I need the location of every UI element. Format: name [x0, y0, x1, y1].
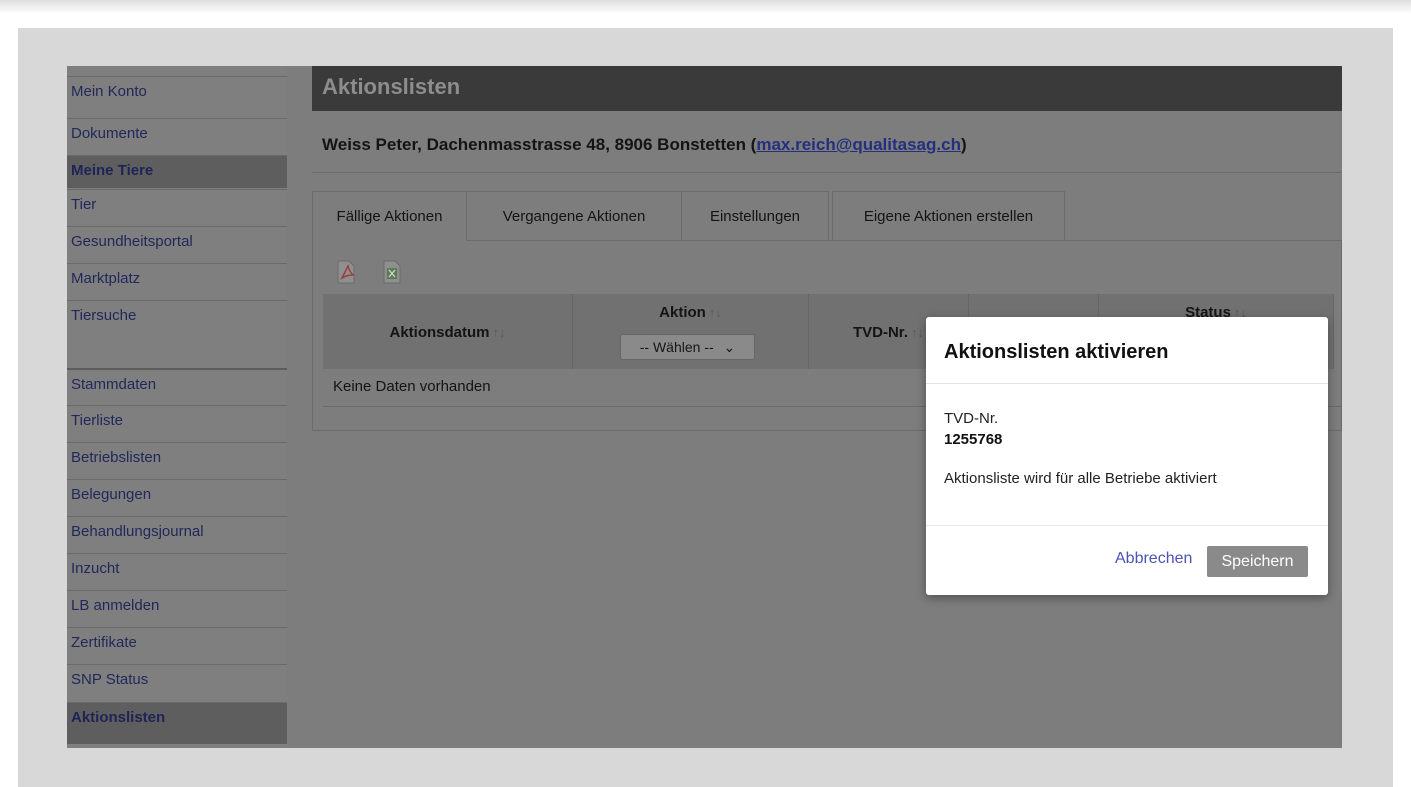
sidebar-item-inzucht[interactable]: Inzucht	[67, 553, 287, 590]
tab-bar: Fällige Aktionen Vergangene Aktionen Ein…	[312, 191, 1342, 241]
sidebar-item-dokumente[interactable]: Dokumente	[67, 118, 287, 158]
sidebar-item-aktionslisten[interactable]: Aktionslisten	[67, 702, 287, 744]
owner-info: Weiss Peter, Dachenmasstrasse 48, 8906 B…	[312, 111, 1342, 173]
cancel-button[interactable]: Abbrechen	[1115, 550, 1192, 568]
sidebar-item-stammdaten[interactable]: Stammdaten	[67, 368, 287, 405]
dialog-title: Aktionslisten aktivieren	[926, 317, 1328, 384]
sidebar-item-lb-anmelden[interactable]: LB anmelden	[67, 590, 287, 627]
sidebar-item-betriebslisten[interactable]: Betriebslisten	[67, 442, 287, 479]
sidebar-item-zertifikate[interactable]: Zertifikate	[67, 627, 287, 664]
sidebar-item-behandlungsjournal[interactable]: Behandlungsjournal	[67, 516, 287, 553]
col-aktionsdatum-label: Aktionsdatum	[389, 324, 490, 341]
sidebar-item-marktplatz[interactable]: Marktplatz	[67, 263, 287, 300]
sort-icon: ↑↓	[911, 325, 924, 340]
sidebar-item-tierliste[interactable]: Tierliste	[67, 405, 287, 442]
tab-vergangene-aktionen[interactable]: Vergangene Aktionen	[467, 191, 682, 241]
owner-email-link[interactable]: max.reich@qualitasag.ch	[756, 135, 961, 154]
sort-icon: ↑↓	[492, 325, 506, 340]
frame-shadow	[0, 0, 1411, 14]
sort-icon: ↑↓	[708, 305, 722, 320]
dialog-footer: Abbrechen Speichern	[926, 525, 1328, 595]
chevron-down-icon: ⌄	[723, 339, 736, 355]
pdf-export-icon[interactable]	[335, 259, 357, 285]
page-title: Aktionslisten	[312, 66, 1342, 111]
tvd-label: TVD-Nr.	[944, 410, 999, 427]
activate-dialog: Aktionslisten aktivieren TVD-Nr. 1255768…	[926, 317, 1328, 595]
sidebar-item-meine-tiere[interactable]: Meine Tiere	[67, 155, 287, 188]
action-filter-select[interactable]: -- Wählen -- ⌄	[620, 334, 755, 360]
sidebar-item-tier[interactable]: Tier	[67, 189, 287, 226]
tab-eigene-aktionen-erstellen[interactable]: Eigene Aktionen erstellen	[832, 191, 1065, 241]
screenshot-frame: Mein Konto Dokumente Meine Tiere Tier Ge…	[0, 0, 1411, 787]
sidebar-item-gesundheitsportal[interactable]: Gesundheitsportal	[67, 226, 287, 263]
col-aktionsdatum[interactable]: Aktionsdatum ↑↓	[323, 294, 573, 369]
sidebar-item-snp-status[interactable]: SNP Status	[67, 664, 287, 701]
owner-address: Weiss Peter, Dachenmasstrasse 48, 8906 B…	[322, 135, 757, 154]
owner-close-paren: )	[960, 135, 967, 154]
sidebar-item-mein-konto[interactable]: Mein Konto	[67, 76, 287, 113]
sidebar-item-belegungen[interactable]: Belegungen	[67, 479, 287, 516]
tab-faellige-aktionen[interactable]: Fällige Aktionen	[312, 191, 467, 241]
col-aktion-label[interactable]: Aktion	[659, 304, 706, 321]
excel-export-icon[interactable]	[381, 259, 403, 285]
action-filter-value: -- Wählen --	[639, 339, 714, 355]
dialog-note: Aktionsliste wird für alle Betriebe akti…	[944, 470, 1217, 487]
save-button[interactable]: Speichern	[1207, 546, 1308, 577]
sidebar: Mein Konto Dokumente Meine Tiere Tier Ge…	[67, 66, 287, 748]
tab-einstellungen[interactable]: Einstellungen	[682, 191, 829, 241]
col-tvd-nr-label: TVD-Nr.	[852, 324, 908, 341]
sidebar-item-tiersuche[interactable]: Tiersuche	[67, 300, 287, 345]
col-aktion: Aktion ↑↓ -- Wählen -- ⌄	[573, 294, 809, 369]
tvd-value: 1255768	[944, 431, 1003, 448]
